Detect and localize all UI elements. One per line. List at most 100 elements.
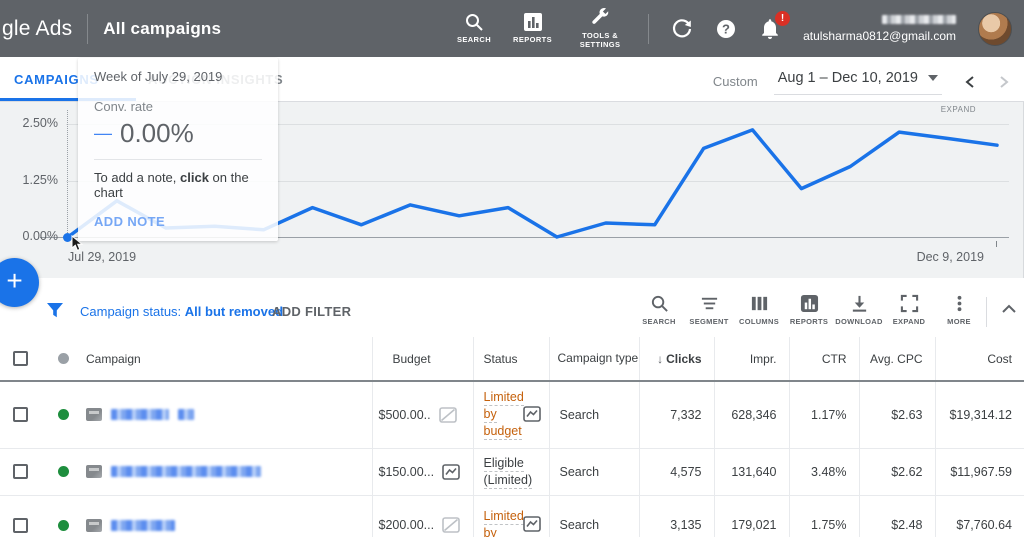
avg-cpc-cell: $2.62 [859, 448, 935, 495]
segment-button[interactable]: SEGMENT [684, 294, 734, 326]
status-cell[interactable]: Eligible (Limited) [473, 448, 549, 495]
x-axis-end-label: Dec 9, 2019 [917, 250, 984, 264]
chart-insight-icon[interactable] [523, 516, 541, 532]
reports-icon [523, 12, 543, 32]
budget-value[interactable]: $200.00... [379, 518, 435, 532]
clicks-cell: 3,135 [639, 495, 714, 537]
tool-label: DOWNLOAD [835, 317, 882, 326]
campaign-enabled-dot[interactable] [58, 520, 69, 531]
tool-label: COLUMNS [739, 317, 779, 326]
avg-cpc-cell: $2.48 [859, 495, 935, 537]
budget-value[interactable]: $150.00... [379, 465, 435, 479]
table-header-row: Campaign Budget Status Campaign type ↓Cl… [0, 337, 1024, 381]
tool-label: EXPAND [893, 317, 926, 326]
segment-icon [700, 294, 719, 313]
date-next-chevron[interactable] [998, 75, 1010, 89]
impressions-cell: 179,021 [714, 495, 789, 537]
date-prev-chevron[interactable] [964, 75, 976, 89]
avatar[interactable] [978, 12, 1012, 46]
impressions-cell: 131,640 [714, 448, 789, 495]
select-all-checkbox[interactable] [13, 351, 28, 366]
status-text: Limited [484, 389, 524, 406]
col-header-status[interactable]: Status [473, 337, 549, 381]
wrench-icon [590, 8, 610, 28]
status-cell[interactable]: Limited by budget [473, 381, 549, 448]
search-button-label: SEARCH [457, 35, 491, 44]
cost-cell: $11,967.59 [935, 448, 1024, 495]
hint-bold: click [180, 170, 209, 185]
hover-guideline [67, 110, 68, 237]
campaign-name-redacted[interactable] [111, 409, 169, 420]
campaign-icon [86, 465, 102, 478]
notifications-button[interactable]: ! [759, 18, 781, 40]
more-button[interactable]: MORE [934, 294, 984, 326]
collapse-chart-chevron[interactable] [1001, 304, 1017, 314]
legend-dash-icon: — [94, 123, 112, 144]
date-range-value: Aug 1 – Dec 10, 2019 [778, 70, 918, 86]
table-search-button[interactable]: SEARCH [634, 294, 684, 326]
google-ads-logo: gle Ads [2, 17, 72, 41]
campaign-enabled-dot[interactable] [58, 409, 69, 420]
add-filter-button[interactable]: ADD FILTER [272, 304, 351, 319]
expand-table-button[interactable]: EXPAND [884, 294, 934, 326]
help-button[interactable]: ? [715, 18, 737, 40]
table-row[interactable]: $150.00... Eligible (Limited) Search 4,5… [0, 448, 1024, 495]
reports-button[interactable]: REPORTS [513, 12, 552, 44]
table-row[interactable]: $200.00... Limited by Search 3,135 179,0… [0, 495, 1024, 537]
add-note-button[interactable]: ADD NOTE [94, 214, 262, 229]
chevron-down-icon [928, 75, 938, 81]
reports-button-label: REPORTS [513, 35, 552, 44]
col-header-avg-cpc[interactable]: Avg. CPC [859, 337, 935, 381]
status-cell[interactable]: Limited by [473, 495, 549, 537]
columns-button[interactable]: COLUMNS [734, 294, 784, 326]
campaign-icon [86, 408, 102, 421]
more-vertical-icon [950, 294, 969, 313]
refresh-icon [671, 18, 693, 40]
col-header-budget[interactable]: Budget [372, 337, 473, 381]
row-checkbox[interactable] [13, 407, 28, 422]
download-icon [850, 294, 869, 313]
x-axis-start-label: Jul 29, 2019 [68, 250, 136, 264]
status-text: by [484, 525, 497, 537]
status-text: (Limited) [484, 472, 533, 489]
row-checkbox[interactable] [13, 518, 28, 533]
col-header-ctr[interactable]: CTR [789, 337, 859, 381]
row-checkbox[interactable] [13, 464, 28, 479]
status-text: Limited [484, 508, 524, 525]
col-header-campaign-type[interactable]: Campaign type [549, 337, 639, 381]
search-button[interactable]: SEARCH [457, 12, 491, 44]
col-header-campaign[interactable]: Campaign [86, 337, 372, 381]
chart-insight-icon [442, 464, 460, 480]
budget-value[interactable]: $500.00.. [379, 408, 431, 422]
topbar-divider [87, 14, 88, 44]
reports-icon [800, 294, 819, 313]
campaign-status-filter[interactable]: Campaign status: All but removed [80, 304, 283, 319]
hint-prefix: To add a note, [94, 170, 180, 185]
col-header-impr[interactable]: Impr. [714, 337, 789, 381]
top-app-bar: gle Ads All campaigns SEARCH REPORTS TOO… [0, 0, 1024, 57]
ctr-cell: 1.17% [789, 381, 859, 448]
clicks-header-label: Clicks [666, 352, 701, 366]
campaign-icon [86, 519, 102, 532]
campaign-name-redacted[interactable] [111, 520, 175, 531]
date-range-picker[interactable]: Aug 1 – Dec 10, 2019 [774, 68, 942, 95]
table-reports-button[interactable]: REPORTS [784, 294, 834, 326]
tools-settings-button[interactable]: TOOLS & SETTINGS [574, 8, 626, 50]
clicks-cell: 4,575 [639, 448, 714, 495]
col-header-cost[interactable]: Cost [935, 337, 1024, 381]
tooltip-divider [94, 159, 262, 160]
campaign-enabled-dot[interactable] [58, 466, 69, 477]
table-row[interactable]: $500.00.. Limited by budget Search 7,332… [0, 381, 1024, 448]
col-header-clicks[interactable]: ↓Clicks [639, 337, 714, 381]
tool-label: REPORTS [790, 317, 828, 326]
account-info[interactable]: atulsharma0812@gmail.com [803, 15, 956, 43]
search-icon [650, 294, 669, 313]
refresh-button[interactable] [671, 18, 693, 40]
campaign-name-redacted[interactable] [111, 466, 261, 477]
cost-cell: $19,314.12 [935, 381, 1024, 448]
download-button[interactable]: DOWNLOAD [834, 294, 884, 326]
help-icon: ? [715, 18, 737, 40]
filter-bar: Campaign status: All but removed ADD FIL… [0, 287, 1024, 337]
chart-insight-icon[interactable] [523, 406, 541, 422]
tool-label: SEARCH [642, 317, 675, 326]
